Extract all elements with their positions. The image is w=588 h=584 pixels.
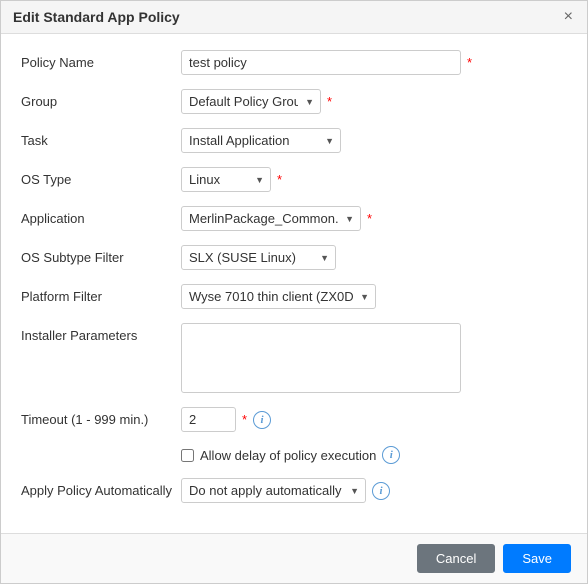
task-select[interactable]: Install Application (181, 128, 341, 153)
task-row: Task Install Application (21, 128, 567, 153)
apply-policy-label: Apply Policy Automatically (21, 478, 181, 498)
os-type-label: OS Type (21, 167, 181, 187)
timeout-row: Timeout (1 - 999 min.) * i (21, 407, 567, 432)
timeout-label: Timeout (1 - 999 min.) (21, 407, 181, 427)
dialog-header: Edit Standard App Policy × (1, 1, 587, 34)
os-subtype-row: OS Subtype Filter SLX (SUSE Linux) (21, 245, 567, 270)
platform-label: Platform Filter (21, 284, 181, 304)
task-label: Task (21, 128, 181, 148)
cancel-button[interactable]: Cancel (417, 544, 495, 573)
timeout-input[interactable] (181, 407, 236, 432)
installer-params-row: Installer Parameters (21, 323, 567, 393)
application-select-wrap: MerlinPackage_Common.exe (Loc (181, 206, 361, 231)
os-subtype-label: OS Subtype Filter (21, 245, 181, 265)
platform-select[interactable]: Wyse 7010 thin client (ZX0D) (181, 284, 376, 309)
dialog-title: Edit Standard App Policy (13, 9, 180, 25)
group-select[interactable]: Default Policy Group (181, 89, 321, 114)
os-subtype-select[interactable]: SLX (SUSE Linux) (181, 245, 336, 270)
installer-params-input[interactable] (181, 323, 461, 393)
installer-params-label: Installer Parameters (21, 323, 181, 343)
dialog-footer: Cancel Save (1, 533, 587, 583)
platform-select-wrap: Wyse 7010 thin client (ZX0D) (181, 284, 376, 309)
allow-delay-label: Allow delay of policy execution (200, 448, 376, 463)
save-button[interactable]: Save (503, 544, 571, 573)
os-type-select[interactable]: Linux (181, 167, 271, 192)
policy-name-input[interactable] (181, 50, 461, 75)
close-button[interactable]: × (562, 9, 575, 25)
apply-policy-row: Apply Policy Automatically Do not apply … (21, 478, 567, 503)
group-row: Group Default Policy Group * (21, 89, 567, 114)
application-row: Application MerlinPackage_Common.exe (Lo… (21, 206, 567, 231)
policy-name-label: Policy Name (21, 50, 181, 70)
timeout-required: * (242, 412, 247, 427)
apply-policy-select[interactable]: Do not apply automatically (181, 478, 366, 503)
group-label: Group (21, 89, 181, 109)
allow-delay-info-icon[interactable]: i (382, 446, 400, 464)
os-type-row: OS Type Linux * (21, 167, 567, 192)
application-select[interactable]: MerlinPackage_Common.exe (Loc (181, 206, 361, 231)
platform-control: Wyse 7010 thin client (ZX0D) (181, 284, 567, 309)
apply-policy-select-wrap: Do not apply automatically (181, 478, 366, 503)
os-type-select-wrap: Linux (181, 167, 271, 192)
task-select-wrap: Install Application (181, 128, 341, 153)
policy-name-row: Policy Name * (21, 50, 567, 75)
os-subtype-select-wrap: SLX (SUSE Linux) (181, 245, 336, 270)
allow-delay-row: Allow delay of policy execution i (181, 446, 567, 464)
installer-params-control (181, 323, 567, 393)
policy-name-required: * (467, 55, 472, 70)
task-control: Install Application (181, 128, 567, 153)
timeout-control: * i (181, 407, 567, 432)
group-required: * (327, 94, 332, 109)
application-label: Application (21, 206, 181, 226)
edit-policy-dialog: Edit Standard App Policy × Policy Name *… (0, 0, 588, 584)
os-subtype-control: SLX (SUSE Linux) (181, 245, 567, 270)
application-required: * (367, 211, 372, 226)
os-type-control: Linux * (181, 167, 567, 192)
timeout-info-icon[interactable]: i (253, 411, 271, 429)
application-control: MerlinPackage_Common.exe (Loc * (181, 206, 567, 231)
os-type-required: * (277, 172, 282, 187)
apply-policy-info-icon[interactable]: i (372, 482, 390, 500)
platform-row: Platform Filter Wyse 7010 thin client (Z… (21, 284, 567, 309)
allow-delay-checkbox[interactable] (181, 449, 194, 462)
apply-policy-control: Do not apply automatically i (181, 478, 567, 503)
group-control: Default Policy Group * (181, 89, 567, 114)
policy-name-control: * (181, 50, 567, 75)
dialog-body: Policy Name * Group Default Policy Group… (1, 34, 587, 533)
group-select-wrap: Default Policy Group (181, 89, 321, 114)
